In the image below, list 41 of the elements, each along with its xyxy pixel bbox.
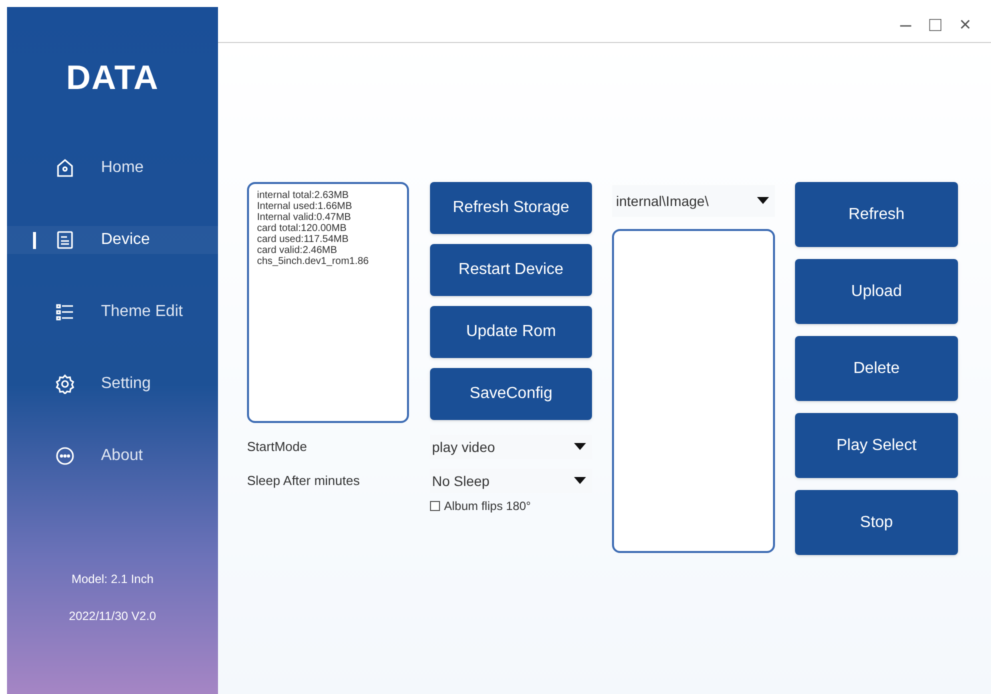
device-action-button[interactable]: Restart Device xyxy=(430,244,592,296)
file-list[interactable] xyxy=(612,229,775,553)
storage-info-line: Internal used:1.66MB xyxy=(257,201,354,212)
device-action-button[interactable]: Refresh Storage xyxy=(430,182,592,234)
list-icon xyxy=(55,302,75,322)
home-icon xyxy=(55,158,75,178)
storage-info-line: Internal valid:0.47MB xyxy=(257,212,352,223)
nav-item[interactable]: Device xyxy=(7,226,218,254)
version-label: 2022/11/30 V2.0 xyxy=(68,608,156,625)
device-action-button[interactable]: Update Rom xyxy=(430,306,592,358)
more-icon xyxy=(55,446,75,466)
file-action-button[interactable]: Delete xyxy=(795,336,958,401)
file-action-button[interactable]: Refresh xyxy=(795,182,958,247)
app-title: DATA xyxy=(66,58,159,99)
caret-icon xyxy=(574,443,586,451)
settings-icon xyxy=(55,374,75,394)
setting-label: Sleep After minutes xyxy=(247,472,361,490)
maximize-button[interactable]: □ xyxy=(929,10,942,40)
file-action-button[interactable]: Upload xyxy=(795,259,958,324)
minimize-button[interactable]: – xyxy=(900,10,912,40)
file-action-button[interactable]: Stop xyxy=(795,490,958,555)
nav-item[interactable]: Theme Edit xyxy=(7,298,218,326)
device-action-button[interactable]: SaveConfig xyxy=(430,368,592,420)
setting-label: StartMode xyxy=(247,438,308,456)
caret-icon xyxy=(757,197,769,205)
nav-item[interactable]: Home xyxy=(7,154,218,182)
storage-info-line: internal total:2.63MB xyxy=(257,190,350,201)
nav-item[interactable]: About xyxy=(7,442,218,470)
checkbox-label: Album flips 180° xyxy=(444,498,531,515)
document-icon xyxy=(55,230,75,250)
checkbox[interactable] xyxy=(430,501,440,511)
storage-info-line: card valid:2.46MB xyxy=(257,245,338,256)
file-action-button[interactable]: Play Select xyxy=(795,413,958,478)
caret-icon xyxy=(574,477,586,485)
folder-dropdown[interactable]: internal\Image\ xyxy=(612,185,775,217)
close-button[interactable]: × xyxy=(959,10,971,40)
model-label: Model: 2.1 Inch xyxy=(71,571,154,588)
storage-info-line: chs_5inch.dev1_rom1.86 xyxy=(257,256,370,267)
nav-item[interactable]: Setting xyxy=(7,370,218,398)
storage-info-line: card total:120.00MB xyxy=(257,223,348,234)
storage-info-line: card used:117.54MB xyxy=(257,234,350,245)
